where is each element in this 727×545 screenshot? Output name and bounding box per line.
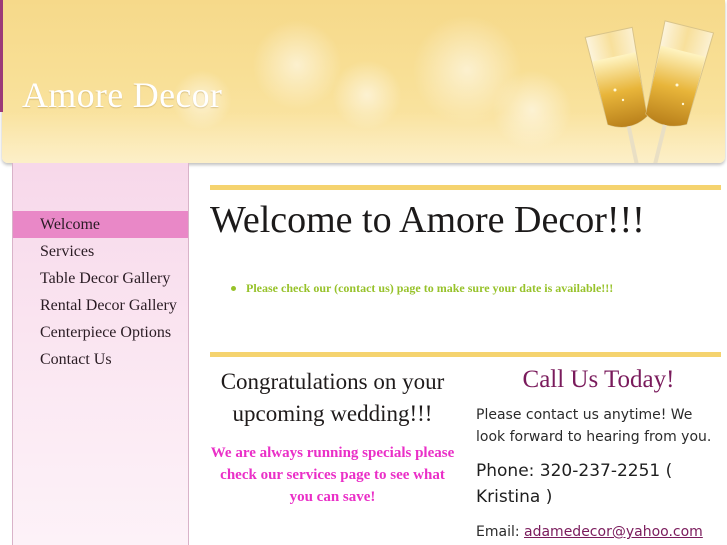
- notice-text: Please check our (contact us) page to ma…: [246, 281, 614, 295]
- nav-item-centerpiece-options[interactable]: Centerpiece Options: [13, 319, 188, 346]
- header-edge-accent: [0, 0, 3, 112]
- bullet-icon: [231, 285, 236, 291]
- site-header: Amore Decor: [2, 0, 725, 163]
- contact-section: Call Us Today! Please contact us anytime…: [476, 366, 721, 540]
- availability-notice: Please check our (contact us) page to ma…: [231, 281, 613, 296]
- sidebar: Welcome Services Table Decor Gallery Ren…: [12, 163, 189, 545]
- nav-item-welcome[interactable]: Welcome: [13, 211, 188, 238]
- nav-item-table-decor-gallery[interactable]: Table Decor Gallery: [13, 265, 188, 292]
- nav-item-rental-decor-gallery[interactable]: Rental Decor Gallery: [13, 292, 188, 319]
- contact-text: Please contact us anytime! We look forwa…: [476, 407, 712, 445]
- congratulations-section: Congratulations on your upcoming wedding…: [210, 366, 455, 508]
- congratulations-text: Congratulations on your upcoming wedding…: [220, 369, 445, 426]
- champagne-glasses-image: [584, 20, 715, 163]
- email-label: Email:: [476, 524, 520, 540]
- email-line: Email: adamedecor@yahoo.com: [476, 524, 721, 540]
- nav-item-contact-us[interactable]: Contact Us: [13, 346, 188, 373]
- call-us-heading: Call Us Today!: [522, 366, 675, 393]
- email-link[interactable]: adamedecor@yahoo.com: [524, 524, 703, 540]
- page-title: Welcome to Amore Decor!!!: [210, 199, 645, 241]
- nav-item-services[interactable]: Services: [13, 238, 188, 265]
- divider-middle: [210, 352, 721, 357]
- header-decoration: [252, 20, 342, 110]
- phone-number: Phone: 320-237-2251 ( Kristina ): [476, 461, 673, 507]
- specials-text: We are always running specials please ch…: [210, 445, 455, 505]
- site-title[interactable]: Amore Decor: [22, 74, 222, 116]
- main-nav: Welcome Services Table Decor Gallery Ren…: [13, 211, 188, 373]
- divider-top: [210, 185, 721, 190]
